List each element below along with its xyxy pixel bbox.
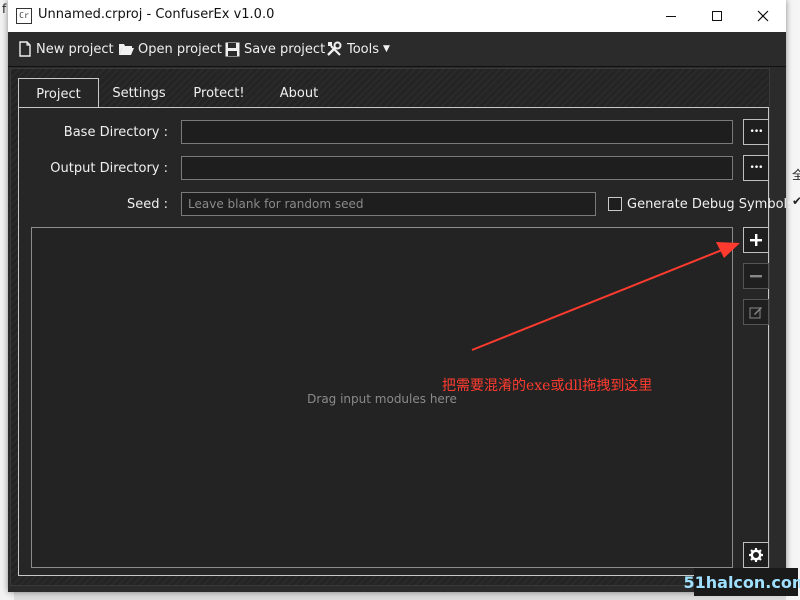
annotation-text: 把需要混淆的exe或dll拖拽到这里 [442, 378, 653, 394]
watermark: 51halcon.com [683, 568, 800, 596]
annotation-arrow [471, 242, 740, 351]
